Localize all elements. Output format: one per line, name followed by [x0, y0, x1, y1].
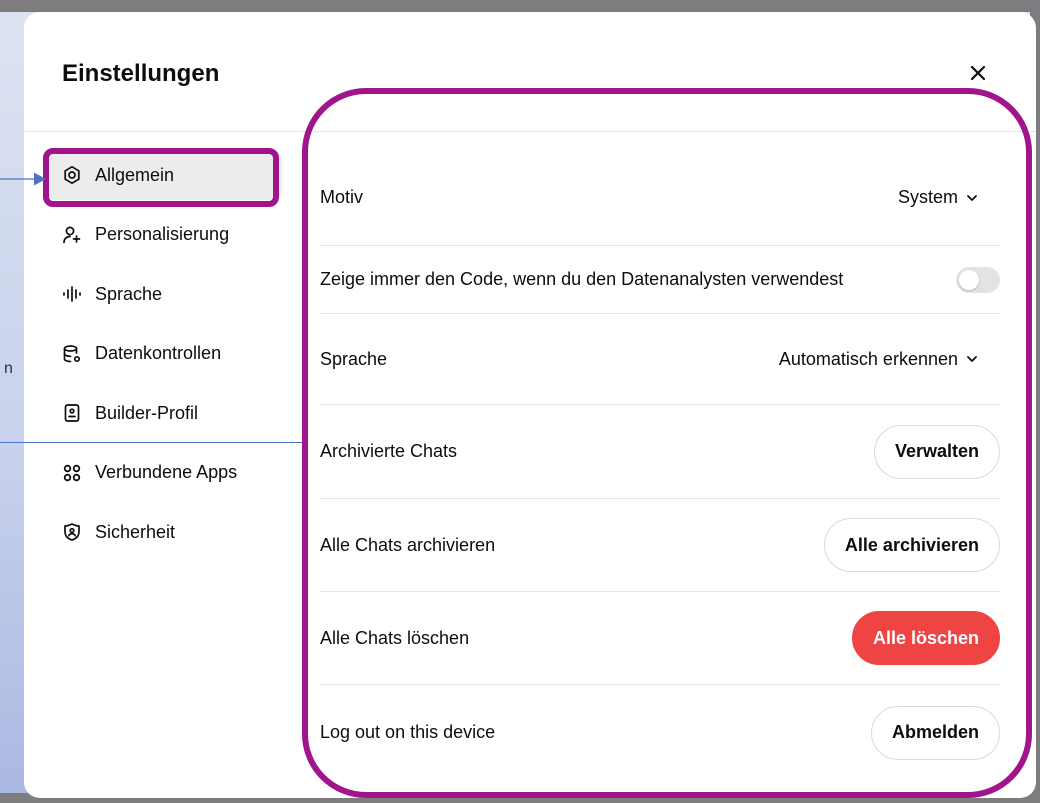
- settings-row-code-toggle: Zeige immer den Code, wenn du den Datena…: [320, 246, 1000, 314]
- archive-all-label: Alle Chats archivieren: [320, 534, 496, 555]
- settings-row-delete-all: Alle Chats löschen Alle löschen: [320, 592, 1000, 685]
- person-sparkle-icon: [62, 225, 82, 245]
- archive-all-button[interactable]: Alle archivieren: [823, 518, 1000, 572]
- manage-archived-button[interactable]: Verwalten: [873, 424, 1000, 479]
- close-icon: [970, 65, 986, 81]
- waveform-icon: [62, 284, 82, 304]
- sidebar-item-label: Datenkontrollen: [95, 343, 222, 363]
- language-select[interactable]: Automatisch erkennen: [779, 349, 1000, 370]
- settings-row-logout: Log out on this device Abmelden: [320, 685, 1000, 780]
- shield-lock-icon: [62, 522, 82, 542]
- sidebar-item-sicherheit[interactable]: Sicherheit: [46, 507, 282, 557]
- settings-row-archived-chats: Archivierte Chats Verwalten: [320, 405, 1000, 499]
- chevron-down-icon: [967, 356, 977, 362]
- settings-row-language: Sprache Automatisch erkennen: [320, 314, 1000, 405]
- toggle-knob: [959, 269, 979, 290]
- close-button[interactable]: [964, 59, 992, 87]
- theme-label: Motiv: [320, 187, 364, 207]
- apps-grid-icon: [62, 463, 82, 483]
- delete-all-label: Alle Chats löschen: [320, 627, 470, 648]
- sidebar-item-label: Allgemein: [95, 164, 175, 185]
- sidebar-item-sprache[interactable]: Sprache: [46, 269, 282, 319]
- sidebar-item-label: Verbundene Apps: [95, 462, 238, 482]
- settings-sidebar: Allgemein Personalisierung Sprache Daten…: [46, 150, 282, 567]
- sidebar-item-datenkontrollen[interactable]: Datenkontrollen: [46, 329, 282, 379]
- window-frame-top: [0, 0, 1040, 12]
- delete-all-button[interactable]: Alle löschen: [851, 611, 1000, 665]
- sidebar-item-verbundene-apps[interactable]: Verbundene Apps: [46, 448, 282, 498]
- code-toggle-switch[interactable]: [956, 266, 1000, 293]
- sidebar-item-builder-profil[interactable]: Builder-Profil: [46, 388, 282, 438]
- sidebar-item-personalisierung[interactable]: Personalisierung: [46, 210, 282, 260]
- language-label: Sprache: [320, 348, 388, 369]
- settings-dialog: Einstellungen Allgemein Personalisierung…: [24, 12, 1036, 798]
- sidebar-item-allgemein[interactable]: Allgemein: [46, 150, 282, 200]
- theme-value: System: [897, 187, 958, 207]
- sidebar-item-label: Sicherheit: [95, 521, 176, 542]
- theme-select[interactable]: System: [898, 187, 1000, 208]
- dialog-header: Einstellungen: [24, 12, 1036, 132]
- sidebar-item-label: Personalisierung: [95, 224, 230, 244]
- dialog-title: Einstellungen: [62, 60, 220, 87]
- sidebar-item-label: Builder-Profil: [95, 402, 199, 423]
- chevron-down-icon: [967, 194, 977, 201]
- settings-row-archive-all: Alle Chats archivieren Alle archivieren: [320, 499, 1000, 592]
- background-text-fragment: n: [4, 360, 13, 377]
- archived-chats-label: Archivierte Chats: [320, 441, 458, 461]
- id-card-icon: [62, 403, 82, 423]
- code-toggle-label: Zeige immer den Code, wenn du den Datena…: [320, 269, 844, 289]
- settings-content: Motiv System Zeige immer den Code, wenn …: [320, 150, 1000, 780]
- logout-label: Log out on this device: [320, 722, 496, 742]
- language-value: Automatisch erkennen: [778, 348, 958, 369]
- settings-row-theme: Motiv System: [320, 150, 1000, 246]
- logout-button[interactable]: Abmelden: [870, 705, 1000, 760]
- sidebar-item-label: Sprache: [95, 283, 163, 304]
- database-gear-icon: [62, 344, 82, 364]
- gear-icon: [62, 165, 82, 185]
